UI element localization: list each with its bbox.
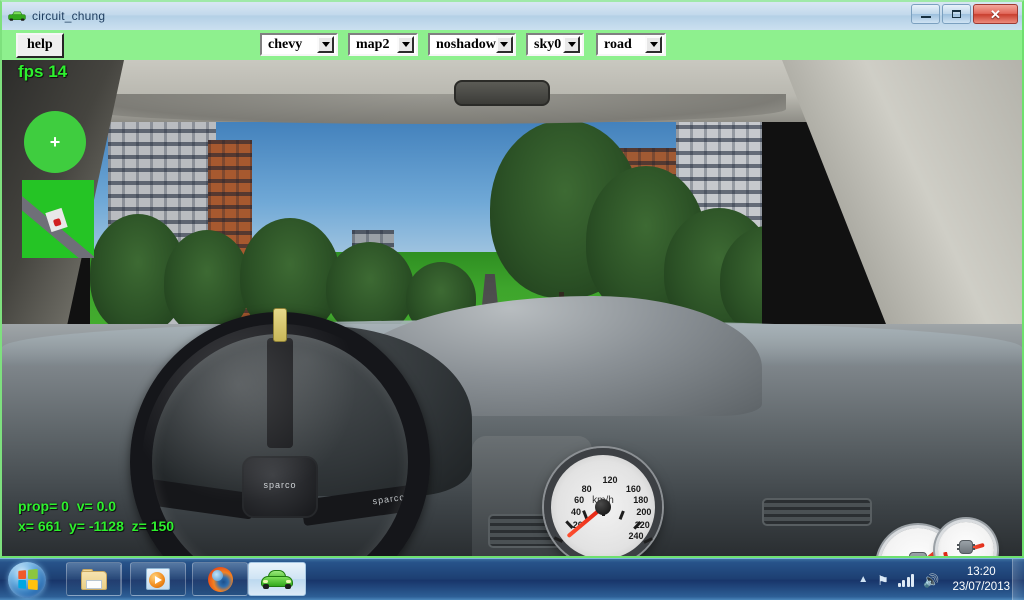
media-player-icon (146, 568, 170, 590)
taskbar-item-firefox[interactable] (192, 562, 248, 596)
map-select-value: map2 (356, 36, 390, 52)
speedometer-label: 180 (633, 494, 649, 505)
minimap[interactable] (22, 180, 94, 258)
minimize-button[interactable] (911, 4, 940, 24)
hud-overlay: fps 14 prop= 0 v= 0.0 x= 661 y= -1128 z=… (2, 60, 1022, 556)
close-button[interactable]: ✕ (973, 4, 1018, 24)
windows-flag-icon (18, 568, 38, 591)
chevron-down-icon[interactable] (563, 36, 580, 53)
sky-select[interactable]: sky0 (526, 33, 584, 56)
window-title: circuit_chung (32, 9, 106, 23)
signal-bars-icon[interactable] (897, 573, 915, 587)
car-icon (261, 569, 293, 589)
application-window: circuit_chung ✕ help chevy map2 noshadow… (0, 0, 1024, 558)
maximize-button[interactable] (942, 4, 971, 24)
clock-time: 13:20 (966, 566, 996, 578)
speedometer-label: 200 (636, 507, 652, 518)
toolbar: help chevy map2 noshadow sky0 road (2, 30, 1022, 60)
vehicle-select[interactable]: chevy (260, 33, 338, 56)
chevron-down-icon[interactable] (397, 36, 414, 53)
folder-icon (81, 568, 107, 590)
shadow-select[interactable]: noshadow (428, 33, 516, 56)
speedometer-label: 220 (634, 519, 650, 530)
close-icon: ✕ (990, 6, 1001, 22)
surface-select[interactable]: road (596, 33, 666, 56)
memory-gauge: 66% (938, 522, 994, 556)
vehicle-select-value: chevy (268, 36, 303, 52)
memory-chip-icon (957, 539, 975, 554)
chevron-down-icon[interactable] (495, 36, 513, 53)
telemetry-line-1: prop= 0 v= 0.0 (18, 498, 117, 514)
taskbar-item-circuit-chung[interactable] (248, 562, 306, 596)
telemetry-line-2: x= 661 y= -1128 z= 150 (18, 518, 175, 534)
view-zoom-button[interactable]: + (24, 111, 86, 173)
minimize-icon (920, 16, 931, 18)
window-car-icon (8, 8, 26, 24)
speedometer-label: 160 (625, 484, 641, 495)
speedometer-label: 60 (574, 494, 585, 505)
show-hidden-icons-icon[interactable]: ▲ (858, 575, 868, 585)
map-select[interactable]: map2 (348, 33, 418, 56)
shadow-select-value: noshadow (436, 36, 496, 52)
start-button[interactable] (4, 560, 56, 600)
title-bar[interactable]: circuit_chung ✕ (2, 2, 1022, 30)
action-center-flag-icon[interactable]: ⚑ (877, 574, 889, 587)
speedometer-label: 80 (581, 484, 592, 495)
clock[interactable]: 13:20 23/07/2013 (948, 565, 1016, 595)
speedometer-label: 240 (628, 530, 644, 541)
window-controls: ✕ (911, 4, 1018, 24)
chevron-down-icon[interactable] (645, 36, 662, 53)
clock-date: 23/07/2013 (952, 581, 1010, 593)
system-tray: ▲ ⚑ 🔊 13:20 23/07/2013 (858, 559, 1016, 600)
maximize-icon (952, 10, 961, 18)
volume-icon[interactable]: 🔊 (923, 574, 939, 587)
taskbar-item-media-player[interactable] (130, 562, 186, 596)
surface-select-value: road (604, 36, 632, 52)
plus-icon: + (49, 132, 61, 152)
help-button[interactable]: help (16, 33, 64, 58)
windows-orb-icon (8, 562, 46, 598)
taskbar: ▲ ⚑ 🔊 13:20 23/07/2013 (0, 558, 1024, 600)
speedometer-label: 40 (571, 507, 582, 518)
fps-counter: fps 14 (18, 62, 68, 81)
screen: circuit_chung ✕ help chevy map2 noshadow… (0, 0, 1024, 600)
speedometer-label: 120 (602, 475, 618, 485)
taskbar-item-explorer[interactable] (66, 562, 122, 596)
chevron-down-icon[interactable] (317, 36, 334, 53)
cpu-chip-icon (909, 552, 927, 556)
simulation-viewport[interactable]: sparco sparco fps 14 prop= 0 v= 0.0 x= 6… (2, 60, 1022, 556)
show-desktop-button[interactable] (1012, 559, 1024, 600)
speedometer: km/h 20406080120160180200220240 (544, 448, 662, 556)
firefox-icon (207, 566, 233, 592)
speedometer-hub (595, 499, 611, 515)
sky-select-value: sky0 (534, 36, 562, 52)
